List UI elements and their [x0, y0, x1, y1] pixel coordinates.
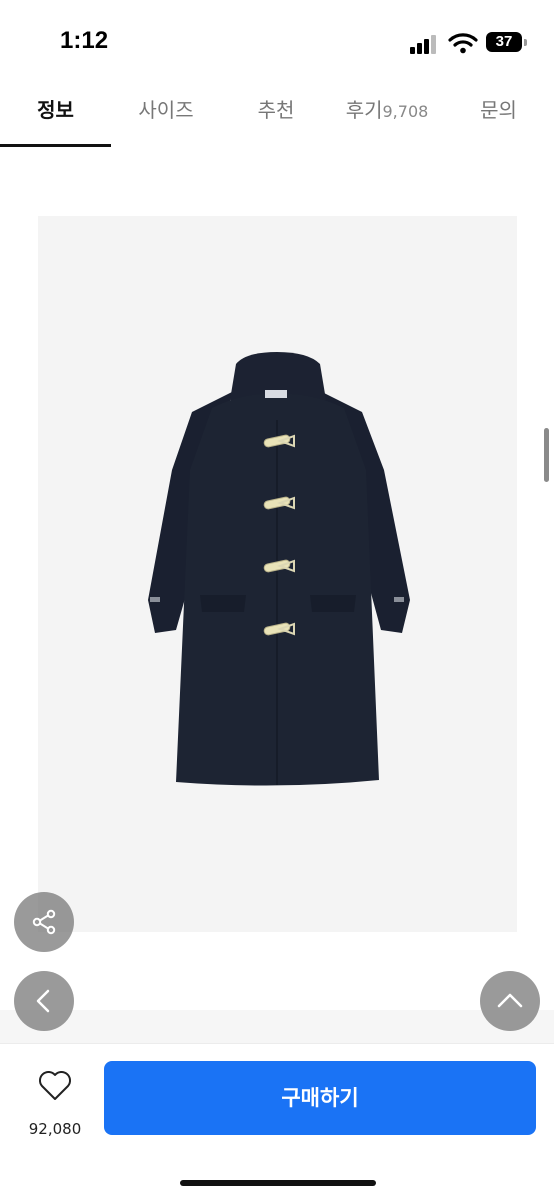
tab-reviews-label: 후기	[345, 98, 383, 122]
battery-tip	[524, 39, 527, 46]
buy-button[interactable]: 구매하기	[104, 1061, 536, 1135]
scroll-indicator[interactable]	[544, 428, 549, 482]
home-indicator	[180, 1180, 376, 1186]
tab-size[interactable]: 사이즈	[111, 86, 221, 146]
tab-recommend[interactable]: 추천	[221, 86, 331, 146]
like-count: 92,080	[28, 1120, 82, 1138]
tab-reviews-count: 9,708	[382, 102, 429, 121]
tab-active-underline	[0, 144, 111, 147]
status-icons: 37	[410, 30, 530, 56]
bottom-action-bar: 92,080 구매하기	[0, 1043, 554, 1201]
tab-reviews[interactable]: 후기9,708	[331, 86, 443, 146]
duffle-coat-image	[148, 352, 410, 786]
status-time: 1:12	[60, 27, 109, 54]
wifi-icon	[448, 33, 478, 54]
tab-bar: 정보 사이즈 추천 후기9,708 문의	[0, 86, 554, 149]
back-button[interactable]	[14, 971, 74, 1031]
product-area	[0, 148, 554, 1043]
tab-size-label: 사이즈	[138, 98, 194, 122]
image-bottom-strip	[0, 1010, 554, 1044]
share-icon	[32, 909, 56, 935]
chevron-up-icon	[497, 993, 523, 1008]
status-bar: 1:12 37	[0, 0, 554, 86]
like-button[interactable]: 92,080	[20, 1070, 90, 1140]
tab-info-label: 정보	[37, 98, 74, 122]
heart-icon	[39, 1071, 71, 1100]
chevron-left-icon	[36, 989, 50, 1013]
tab-info[interactable]: 정보	[0, 86, 111, 146]
signal-icon	[410, 35, 436, 54]
scroll-top-button[interactable]	[480, 971, 540, 1031]
tab-recommend-label: 추천	[257, 98, 295, 122]
battery-icon: 37	[486, 32, 522, 52]
tab-inquiry-label: 문의	[480, 98, 517, 122]
product-image[interactable]	[38, 216, 517, 932]
tab-inquiry[interactable]: 문의	[443, 86, 554, 146]
share-button[interactable]	[14, 892, 74, 952]
